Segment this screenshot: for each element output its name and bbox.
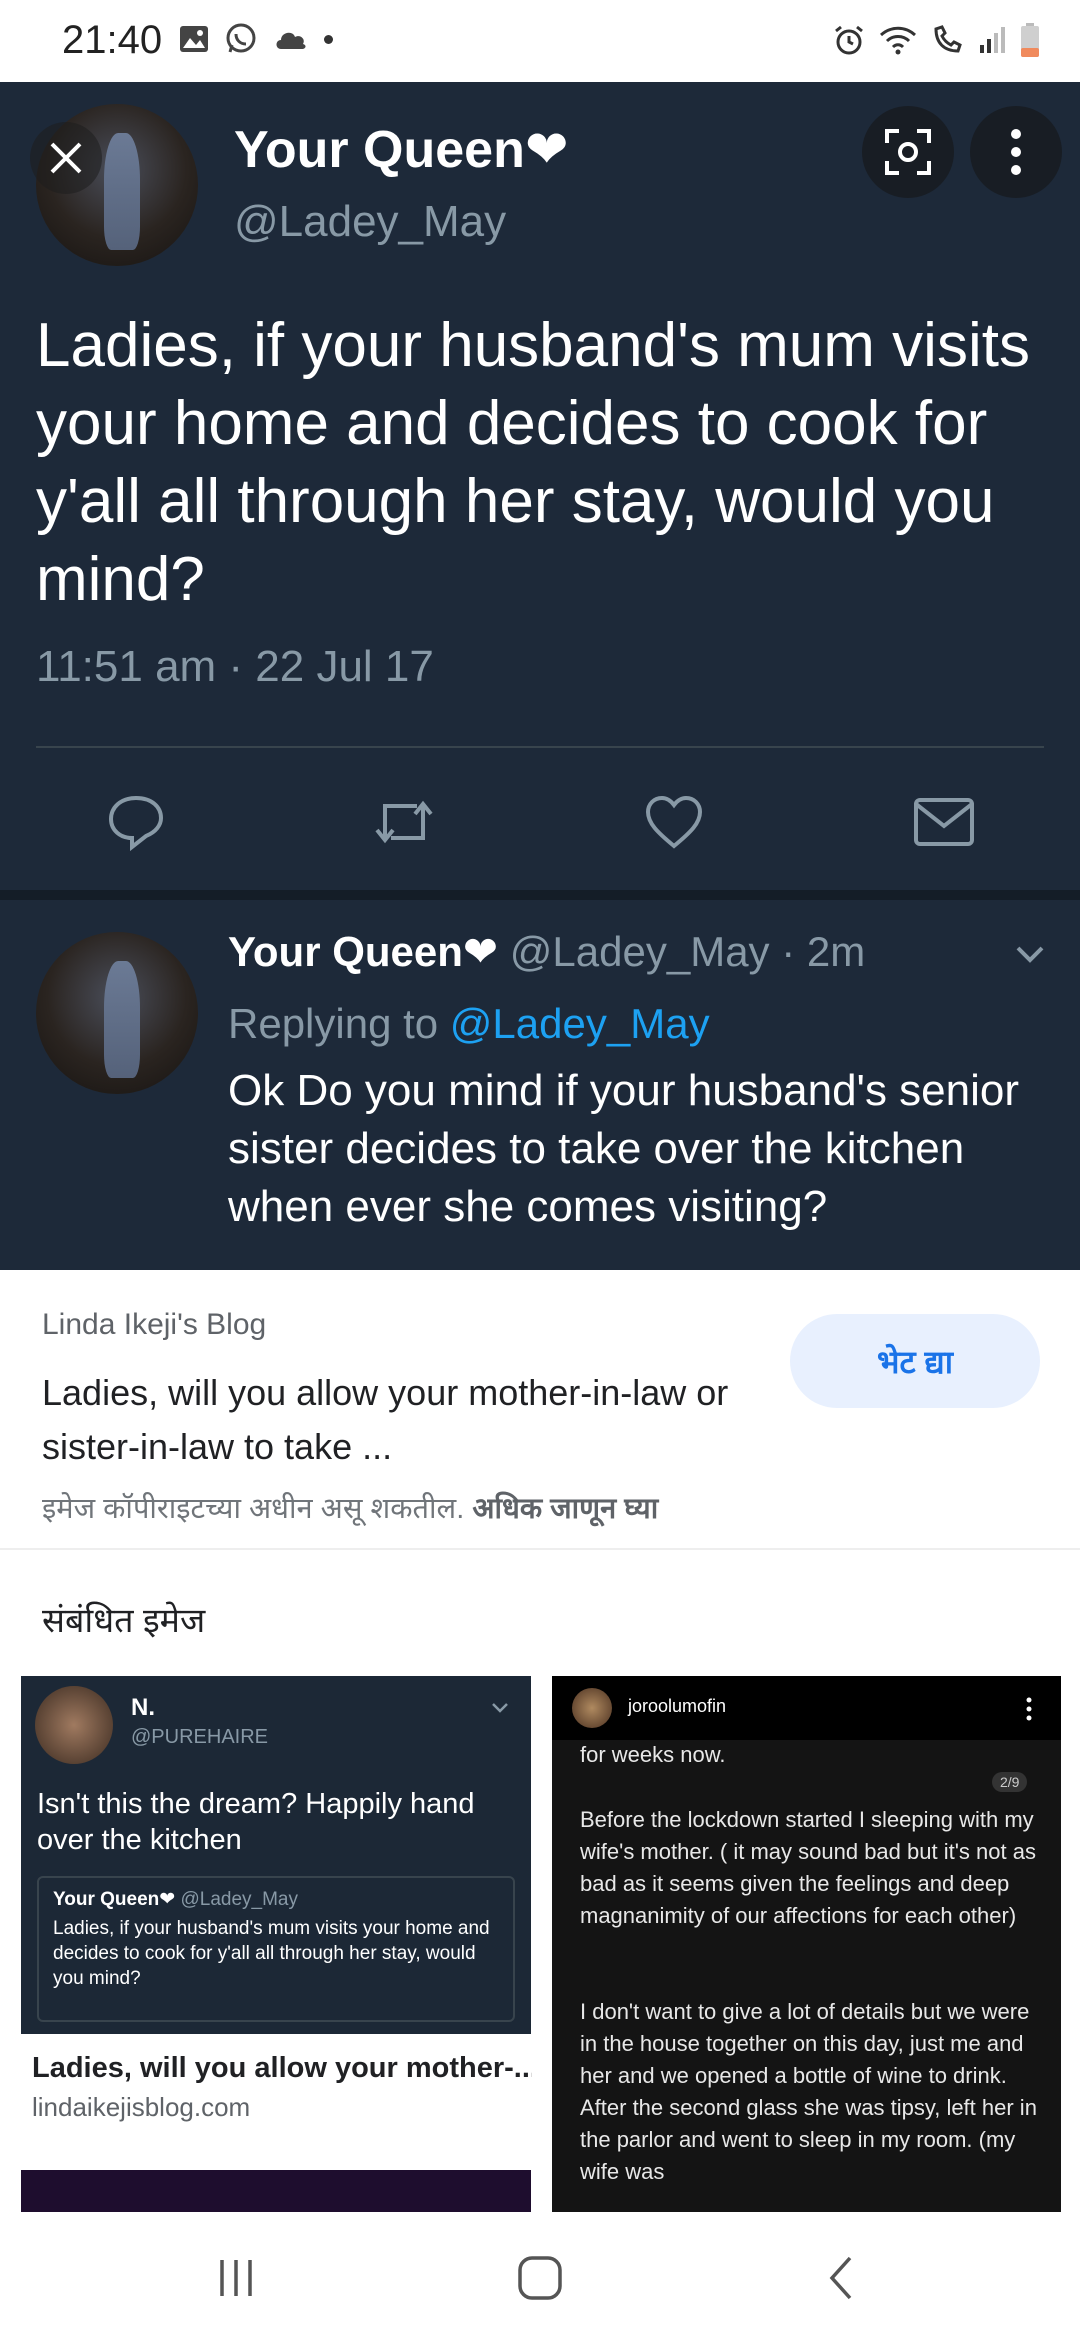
chevron-down-icon [1016,946,1044,963]
reply-action [96,782,176,862]
reply-header: Your Queen❤ @Ladey_May · 2m [228,927,865,976]
visit-button[interactable]: भेट द्या [790,1314,1040,1408]
heart-icon [645,795,703,849]
lens-icon [885,129,931,175]
source-card: Linda Ikeji's Blog Ladies, will you allo… [0,1270,1080,1550]
tweet-author-name: Your Queen❤ [234,121,569,179]
more-options-button[interactable] [970,106,1062,198]
related-image-1-caption[interactable]: Ladies, will you allow your mother-... [32,2052,532,2085]
reply-author-name: Your Queen❤ [228,928,499,975]
replying-prefix: Replying to [228,1000,450,1047]
back-button[interactable] [812,2248,872,2308]
home-icon [518,2256,562,2300]
learn-more-link[interactable]: अधिक जाणून घ्या [472,1493,658,1525]
retweet-icon [375,800,433,844]
thumb2-para1: Before the lockdown started I sleeping w… [580,1807,1036,1928]
more-vert-icon [1026,1697,1032,1721]
reply-text: Ok Do you mind if your husband's senior … [228,1066,1020,1231]
tweet-separator [0,890,1080,900]
thumb2-para2: I don't want to give a lot of details bu… [580,1999,1037,2184]
home-button[interactable] [510,2248,570,2308]
replying-mention: @Ladey_May [449,1000,710,1047]
copyright-notice: इमेज कॉपीराइटच्या अधीन असू शकतील. अधिक ज… [42,1488,658,1527]
like-action [634,782,714,862]
close-button[interactable] [30,122,102,194]
close-icon [50,142,82,174]
system-icons [832,22,1040,58]
more-vert-icon [1011,129,1021,175]
recent-apps-icon [220,2260,252,2296]
wifi-calling-icon [934,25,962,53]
battery-icon [1021,23,1039,57]
replying-to: Replying to @Ladey_May [228,1000,710,1048]
back-icon [829,2256,852,2300]
copyright-text: इमेज कॉपीराइटच्या अधीन असू शकतील. [42,1493,465,1525]
thumb-quote-box: Your Queen❤ @Ladey_May Ladies, if your h… [37,1876,515,2022]
gallery-icon [180,26,208,52]
divider [36,746,1044,748]
lens-search-button[interactable] [862,106,954,198]
thumb2-line1: for weeks now. [580,1742,726,1767]
comment-icon [108,795,164,852]
reply-author-meta: @Ladey_May · 2m [509,928,866,975]
tweet-author-handle: @Ladey_May [234,197,507,246]
thumb-quote-handle: @Ladey_May [180,1889,299,1910]
alarm-icon [835,25,863,55]
navigation-bar [0,2212,1080,2340]
notification-icons [178,22,333,56]
thumb-user-name: N. [131,1694,155,1721]
tweet-screenshot-image[interactable]: Your Queen❤ @Ladey_May Ladies, if your h… [0,82,1080,1270]
thumb-quote-name: Your Queen❤ [53,1889,176,1910]
recent-apps-button[interactable] [206,2248,266,2308]
thumb2-avatar [572,1688,612,1728]
tweet-text: Ladies, if your husband's mum visits you… [36,311,1030,614]
reply-avatar [36,932,198,1094]
status-time: 21:40 [62,18,163,62]
retweet-action [364,782,444,862]
related-image-2[interactable]: joroolumofin for weeks now. 2/9 Before t… [552,1676,1061,2212]
related-image-1[interactable]: N. @PUREHAIRE Isn't this the dream? Happ… [21,1676,531,2034]
related-image-3[interactable] [21,2170,531,2212]
status-bar: 21:40 [0,0,1080,82]
thumb-avatar [35,1686,113,1764]
source-site-name: Linda Ikeji's Blog [42,1308,267,1341]
wifi-icon [879,26,917,55]
thumb-quote-text: Ladies, if your husband's mum visits you… [53,1918,490,1989]
related-image-1-domain: lindaikejisblog.com [32,2092,251,2122]
thumb2-page-indicator: 2/9 [992,1772,1028,1792]
related-images-heading: संबंधित इमेज [42,1602,206,1640]
source-title-link[interactable]: Ladies, will you allow your mother-in-la… [42,1366,742,1474]
signal-icon [980,27,1005,53]
whatsapp-icon [226,23,256,53]
thumb-tweet-text: Isn't this the dream? Happily hand over … [37,1788,475,1856]
thumb-user-handle: @PUREHAIRE [131,1726,268,1748]
dm-action [904,782,984,862]
cloud-icon [276,32,306,49]
tweet-timestamp: 11:51 am · 22 Jul 17 [36,642,434,691]
thumb2-header: joroolumofin [552,1676,1061,1740]
mail-icon [914,798,974,846]
more-notifications-dot [324,34,333,44]
chevron-down-icon [492,1703,508,1713]
thumb2-user: joroolumofin [628,1696,727,1716]
